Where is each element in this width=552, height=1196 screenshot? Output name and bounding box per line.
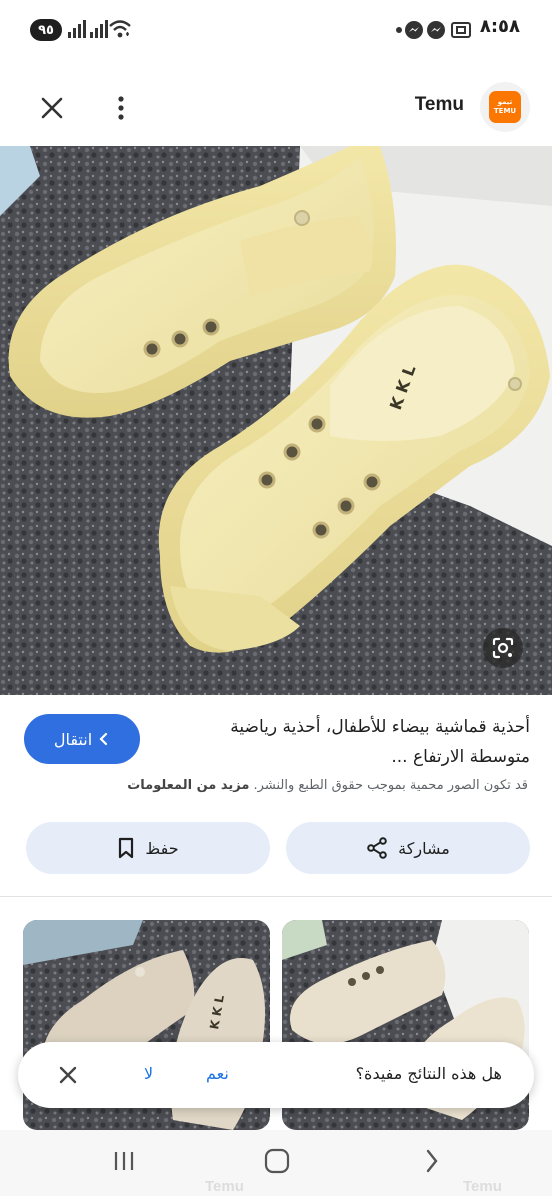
lens-icon xyxy=(492,637,514,659)
clock: ٨:٥٨ xyxy=(479,16,520,37)
messenger-icon xyxy=(427,21,445,39)
signal-icon-2 xyxy=(90,18,108,38)
divider xyxy=(0,896,552,897)
share-icon xyxy=(367,837,387,859)
close-icon[interactable] xyxy=(38,94,66,122)
feedback-question: هل هذه النتائج مفيدة؟ xyxy=(355,1064,502,1083)
thumb-watermark-2: Temu xyxy=(463,1178,502,1195)
copyright-text: قد تكون الصور محمية بموجب حقوق الطبع وال… xyxy=(253,778,528,793)
feedback-yes-button[interactable]: نعم xyxy=(206,1064,229,1083)
logo-text-top: تيمو xyxy=(497,98,513,106)
home-icon[interactable] xyxy=(264,1148,290,1174)
logo-text-bottom: TEMU xyxy=(493,107,517,115)
learn-more-link[interactable]: مزيد من المعلومات xyxy=(127,778,249,793)
status-bar: ٩٥ ٨:٥٨ xyxy=(0,0,552,60)
product-image[interactable]: K K L xyxy=(0,146,552,695)
battery-indicator: ٩٥ xyxy=(30,19,62,41)
notification-dot xyxy=(396,27,402,33)
result-title[interactable]: أحذية قماشية بيضاء للأطفال، أحذية رياضية… xyxy=(170,712,530,772)
feedback-no-button[interactable]: لا xyxy=(144,1064,153,1083)
temu-logo: تيمو TEMU xyxy=(489,91,521,123)
visit-button[interactable]: انتقال xyxy=(24,714,140,764)
share-label: مشاركة xyxy=(398,838,450,858)
thumb-watermark-1: Temu xyxy=(205,1178,244,1195)
copyright-notice: قد تكون الصور محمية بموجب حقوق الطبع وال… xyxy=(18,778,528,793)
shoes-photo: K K L xyxy=(0,146,552,695)
more-vert-icon[interactable] xyxy=(111,94,131,122)
dismiss-feedback-icon[interactable] xyxy=(58,1065,78,1085)
messenger-icon-2 xyxy=(405,21,423,39)
wifi-icon xyxy=(109,20,131,38)
feedback-card: لا نعم هل هذه النتائج مفيدة؟ xyxy=(18,1042,534,1108)
chevron-left-icon xyxy=(99,732,108,746)
visit-label: انتقال xyxy=(53,729,93,749)
screenshot-icon xyxy=(451,22,471,38)
header: Temu تيمو TEMU xyxy=(0,60,552,146)
screen: ٩٥ ٨:٥٨ Temu تيمو TEMU K K L أحذية قماشي… xyxy=(0,0,552,1196)
save-label: حفظ xyxy=(145,838,179,858)
signal-icon xyxy=(68,18,86,38)
recent-apps-icon[interactable] xyxy=(112,1150,136,1172)
source-logo[interactable]: تيمو TEMU xyxy=(480,82,530,132)
source-name[interactable]: Temu xyxy=(415,94,464,116)
bookmark-icon xyxy=(119,837,134,859)
save-button[interactable]: حفظ xyxy=(26,822,270,874)
back-icon[interactable] xyxy=(422,1148,440,1174)
share-button[interactable]: مشاركة xyxy=(286,822,530,874)
lens-button[interactable] xyxy=(483,628,523,668)
